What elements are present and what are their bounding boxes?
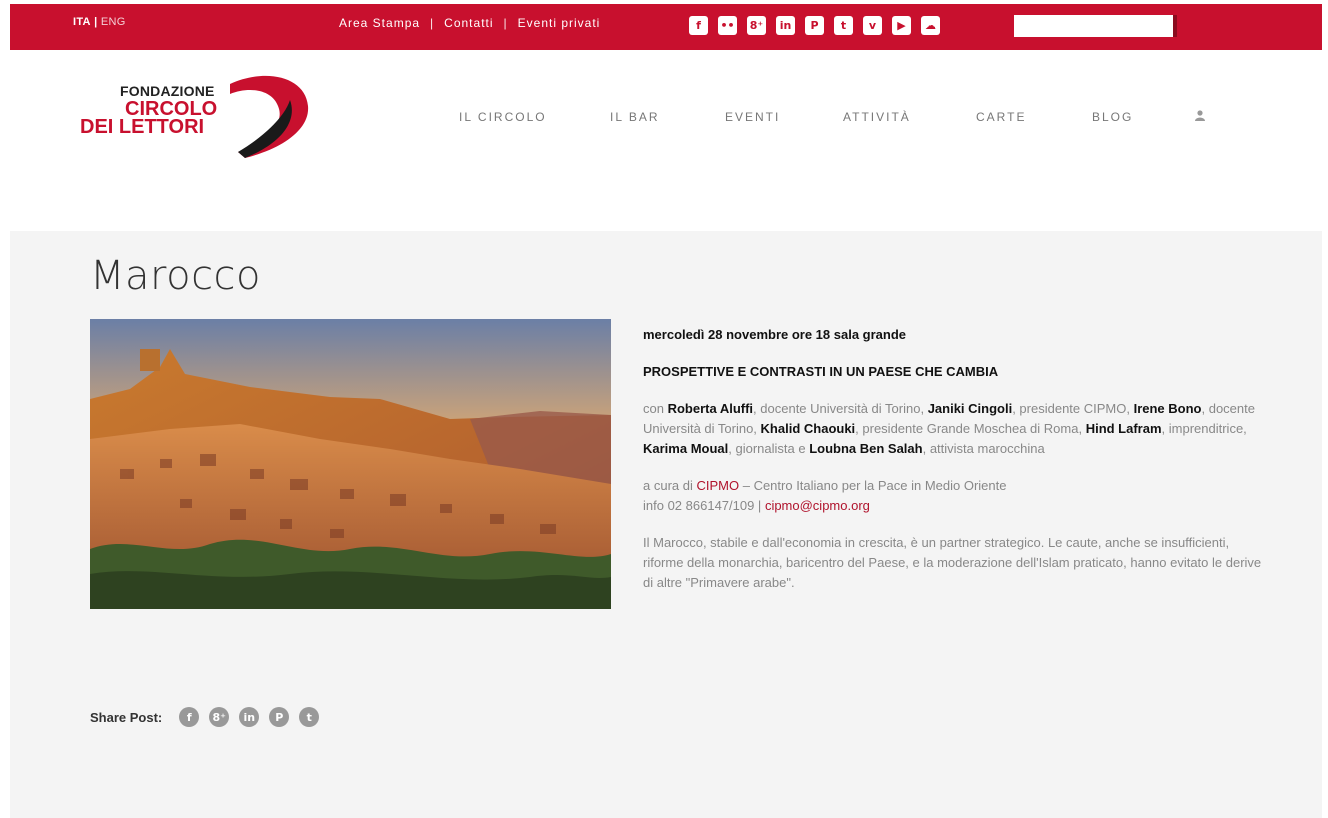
soundcloud-icon[interactable]: ☁ — [921, 16, 940, 35]
share-post: Share Post: f 8⁺ in P t — [90, 707, 320, 727]
vimeo-icon[interactable]: v — [863, 16, 882, 35]
flickr-icon[interactable]: •• — [718, 16, 737, 35]
language-switcher: ITA | ENG — [73, 16, 126, 28]
share-linkedin-icon[interactable]: in — [239, 707, 260, 727]
main-nav: IL CIRCOLO IL BAR EVENTI ATTIVITÀ CARTE … — [459, 110, 1205, 124]
share-icons: f 8⁺ in P t — [179, 707, 320, 727]
nav-item-attivita[interactable]: ATTIVITÀ — [843, 110, 976, 124]
cipmo-link[interactable]: CIPMO — [696, 478, 739, 493]
top-link-separator: | — [430, 16, 435, 30]
event-speakers: con Roberta Aluffi, docente Università d… — [643, 401, 1255, 456]
top-bar: ITA | ENG Area Stampa | Contatti | Event… — [10, 4, 1322, 50]
nav-item-carte[interactable]: CARTE — [976, 110, 1092, 124]
lang-eng-link[interactable]: ENG — [101, 16, 126, 28]
page-title: Marocco — [90, 253, 262, 299]
nav-item-il-bar[interactable]: IL BAR — [610, 110, 725, 124]
nav-item-il-circolo[interactable]: IL CIRCOLO — [459, 110, 610, 124]
top-links: Area Stampa | Contatti | Eventi privati — [339, 16, 600, 30]
event-summary: Il Marocco, stabile e dall'economia in c… — [643, 535, 1262, 590]
social-links: f •• 8⁺ in P t v ▶ ☁ — [689, 16, 940, 35]
logo-line-dei-lettori: DEI LETTORI — [80, 116, 205, 138]
nav-item-eventi[interactable]: EVENTI — [725, 110, 843, 124]
event-organizer: a cura di CIPMO – Centro Italiano per la… — [643, 478, 1007, 513]
kasbah-landscape-image — [90, 319, 611, 609]
nav-item-blog[interactable]: BLOG — [1092, 110, 1195, 124]
event-content: Marocco mercoledì 28 novembre ore 18 sal… — [10, 231, 1322, 818]
search-input[interactable] — [1014, 15, 1177, 37]
share-google-plus-icon[interactable]: 8⁺ — [209, 707, 230, 727]
user-icon[interactable] — [1195, 110, 1205, 124]
lang-ita-link[interactable]: ITA — [73, 16, 91, 28]
share-facebook-icon[interactable]: f — [179, 707, 200, 727]
eventi-privati-link[interactable]: Eventi privati — [518, 16, 601, 30]
event-description: mercoledì 28 novembre ore 18 sala grande… — [643, 325, 1273, 610]
linkedin-icon[interactable]: in — [776, 16, 795, 35]
lang-separator: | — [94, 16, 98, 28]
event-headline: PROSPETTIVE E CONTRASTI IN UN PAESE CHE … — [643, 364, 999, 379]
share-pinterest-icon[interactable]: P — [269, 707, 290, 727]
cipmo-email-link[interactable]: cipmo@cipmo.org — [765, 498, 870, 513]
twitter-icon[interactable]: t — [834, 16, 853, 35]
event-date: mercoledì 28 novembre ore 18 sala grande — [643, 327, 907, 342]
share-label: Share Post: — [90, 709, 163, 725]
google-plus-icon[interactable]: 8⁺ — [747, 16, 766, 35]
area-stampa-link[interactable]: Area Stampa — [339, 16, 420, 30]
event-image — [90, 319, 611, 609]
top-link-separator: | — [503, 16, 508, 30]
contatti-link[interactable]: Contatti — [444, 16, 493, 30]
logo-line-fondazione: FONDAZIONE — [120, 83, 215, 99]
youtube-icon[interactable]: ▶ — [892, 16, 911, 35]
site-logo[interactable]: FONDAZIONE CIRCOLO DEI LETTORI — [80, 66, 310, 161]
facebook-icon[interactable]: f — [689, 16, 708, 35]
pinterest-icon[interactable]: P — [805, 16, 824, 35]
share-twitter-icon[interactable]: t — [299, 707, 320, 727]
